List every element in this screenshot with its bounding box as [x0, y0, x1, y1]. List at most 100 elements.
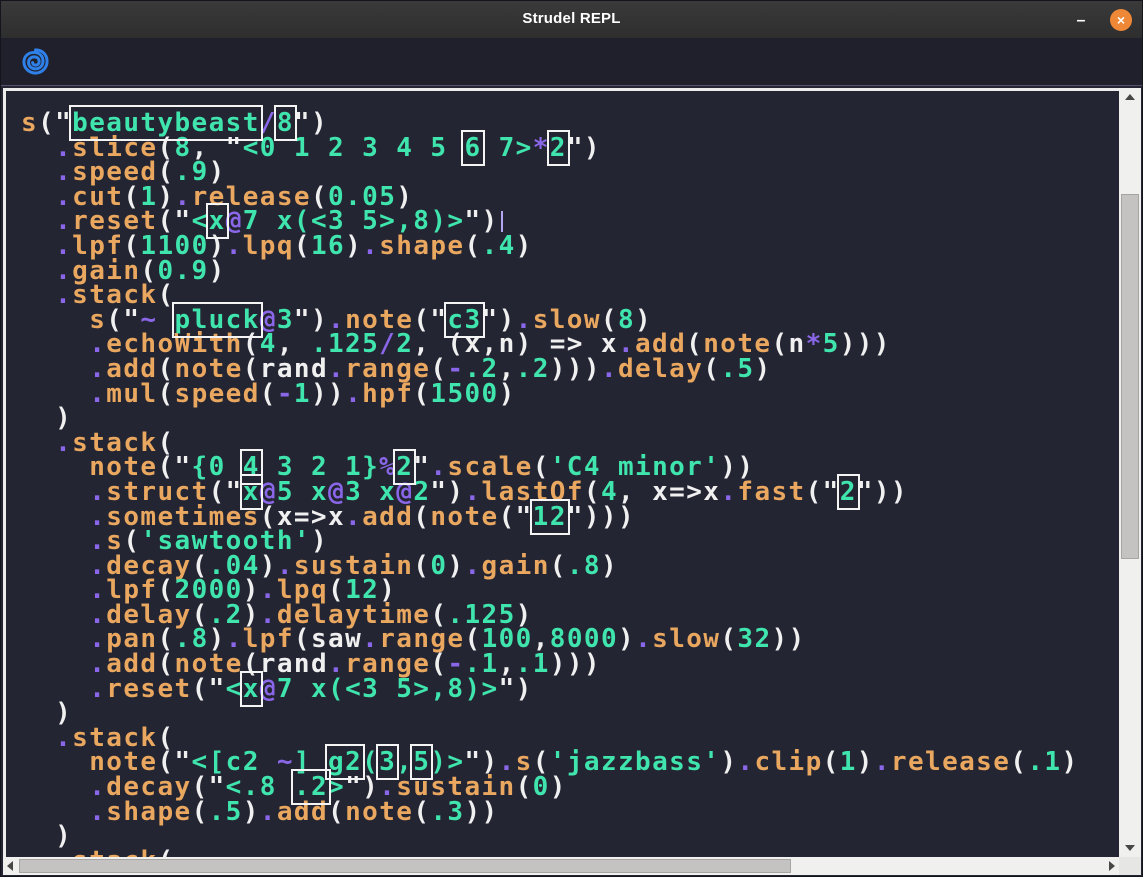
- code-token: (: [157, 846, 174, 857]
- code-token: note: [430, 502, 498, 532]
- toolbar: [1, 38, 1142, 85]
- titlebar[interactable]: Strudel REPL – ×: [1, 1, 1142, 38]
- code-line[interactable]: .reset("<x@7 x(<3 5>,8)>"): [21, 677, 1119, 702]
- code-token: .: [260, 797, 277, 827]
- vertical-scrollbar-thumb[interactable]: [1121, 194, 1139, 559]
- active-event-highlight: 2: [550, 133, 567, 163]
- code-token: (: [1010, 747, 1027, 777]
- code-token: (: [192, 797, 209, 827]
- code-token: @: [260, 674, 277, 704]
- code-token: ))): [550, 354, 601, 384]
- code-token: .1: [1027, 747, 1061, 777]
- code-token: ")): [857, 477, 908, 507]
- code-token: stack: [72, 846, 157, 857]
- code-token: -: [277, 379, 294, 409]
- code-token: 'jazzbass': [550, 747, 721, 777]
- scroll-up-arrow-icon[interactable]: [1125, 94, 1135, 100]
- code-token: <: [226, 674, 243, 704]
- code-token: 7>: [482, 133, 533, 163]
- vertical-scrollbar[interactable]: [1119, 88, 1141, 857]
- code-token: n: [789, 329, 806, 359]
- active-event-highlight: x: [243, 674, 260, 704]
- code-token: (: [328, 797, 345, 827]
- code-token: *: [806, 329, 823, 359]
- code-token: mul: [106, 379, 157, 409]
- code-token: delay: [618, 354, 703, 384]
- code-token: (: [703, 354, 720, 384]
- code-token: .: [89, 674, 106, 704]
- code-token: 16: [311, 231, 345, 261]
- code-token: (: [413, 379, 430, 409]
- code-token: .: [874, 747, 891, 777]
- minimize-button[interactable]: –: [1072, 13, 1090, 31]
- code-token: add: [277, 797, 328, 827]
- code-token: [21, 846, 55, 857]
- code-line[interactable]: ): [21, 406, 1119, 431]
- code-token: (: [465, 231, 482, 261]
- code-token: .: [635, 624, 652, 654]
- horizontal-scrollbar[interactable]: [3, 857, 1119, 875]
- scroll-down-arrow-icon[interactable]: [1125, 845, 1135, 851]
- close-button[interactable]: ×: [1110, 9, 1132, 31]
- code-token: .: [464, 551, 481, 581]
- code-token: (: [720, 624, 737, 654]
- code-token: release: [891, 747, 1010, 777]
- code-editor[interactable]: s("beautybeast/8") .slice(8, "<0 1 2 3 4…: [6, 91, 1119, 857]
- code-token: (: [413, 551, 430, 581]
- code-token: ): [516, 231, 533, 261]
- close-icon: ×: [1110, 10, 1132, 30]
- code-token: 0: [533, 772, 550, 802]
- active-event-highlight: 6: [464, 133, 481, 163]
- horizontal-scrollbar-thumb[interactable]: [19, 859, 791, 873]
- code-token: ): [601, 551, 618, 581]
- code-token: (: [294, 231, 311, 261]
- code-token: lpq: [243, 231, 294, 261]
- strudel-logo-icon[interactable]: [22, 48, 49, 75]
- code-token: gain: [482, 551, 550, 581]
- code-token: add: [362, 502, 413, 532]
- code-token: .: [345, 379, 362, 409]
- code-token: ): [345, 231, 362, 261]
- code-line[interactable]: ): [21, 824, 1119, 849]
- code-token: (": [806, 477, 840, 507]
- code-token: *: [533, 133, 550, 163]
- active-event-highlight: 2: [840, 477, 857, 507]
- code-token: speed: [175, 379, 260, 409]
- code-line[interactable]: .stack(: [21, 849, 1119, 857]
- editor-frame: s("beautybeast/8") .slice(8, "<0 1 2 3 4…: [1, 86, 1142, 876]
- code-line[interactable]: .gain(0.9): [21, 259, 1119, 284]
- code-token: shape: [106, 797, 191, 827]
- code-content: s("beautybeast/8") .slice(8, "<0 1 2 3 4…: [6, 91, 1119, 857]
- code-token: )): [311, 379, 345, 409]
- code-token: "): [499, 674, 533, 704]
- code-token: ): [618, 624, 635, 654]
- text-cursor: [501, 211, 503, 232]
- code-token: ))): [550, 649, 601, 679]
- code-token: (": [192, 674, 226, 704]
- code-token: hpf: [362, 379, 413, 409]
- code-token: fast: [737, 477, 805, 507]
- code-token: .: [55, 846, 72, 857]
- code-token: (: [550, 551, 567, 581]
- code-token: .: [89, 379, 106, 409]
- code-token: 1: [840, 747, 857, 777]
- code-token: .3: [430, 797, 464, 827]
- code-token: reset: [106, 674, 191, 704]
- strudel-window: Strudel REPL – × s("beautybeast/8") .sli…: [0, 0, 1143, 877]
- code-token: <0 1 2 3 4 5: [243, 133, 465, 163]
- code-token: (: [260, 379, 277, 409]
- code-token: (: [823, 747, 840, 777]
- code-token: .: [226, 231, 243, 261]
- code-token: 0: [430, 551, 447, 581]
- scroll-right-arrow-icon[interactable]: [1109, 861, 1115, 871]
- code-token: )): [464, 797, 498, 827]
- code-token: (: [413, 502, 430, 532]
- code-token: 5: [823, 329, 840, 359]
- code-line[interactable]: .shape(.5).add(note(.3)): [21, 800, 1119, 825]
- scroll-left-arrow-icon[interactable]: [7, 861, 13, 871]
- code-line[interactable]: ): [21, 701, 1119, 726]
- code-token: .: [720, 477, 737, 507]
- code-token: (: [413, 797, 430, 827]
- code-line[interactable]: .mul(speed(-1)).hpf(1500): [21, 382, 1119, 407]
- code-token: .2: [516, 354, 550, 384]
